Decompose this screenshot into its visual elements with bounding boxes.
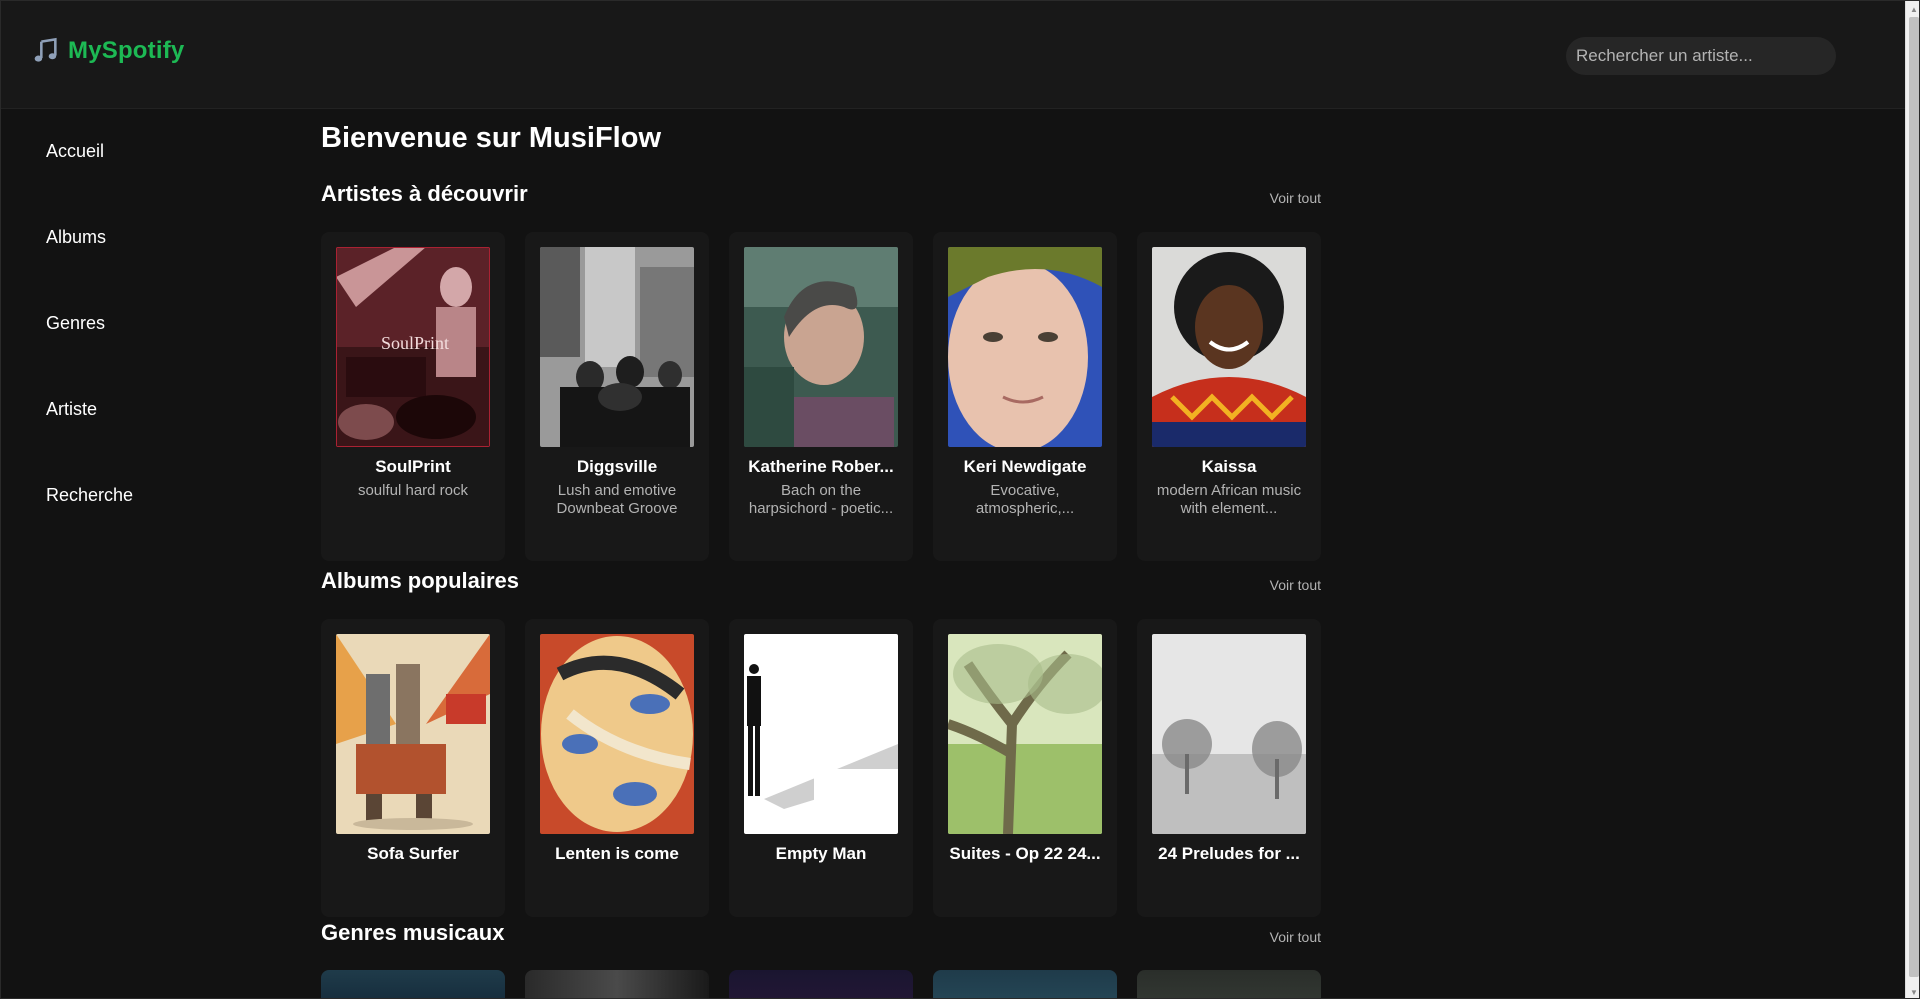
scrollbar-thumb[interactable]	[1909, 17, 1919, 977]
artist-name: SoulPrint	[375, 457, 451, 476]
album-title: Suites - Op 22 24...	[949, 844, 1101, 863]
artist-name: Kaissa	[1201, 457, 1257, 476]
app-logo[interactable]: MySpotify	[32, 37, 184, 65]
artist-card[interactable]: Keri Newdigate Evocative, atmospheric,..…	[933, 232, 1117, 561]
album-card[interactable]: Sofa Surfer	[321, 619, 505, 917]
artist-name: Keri Newdigate	[963, 457, 1087, 476]
see-all-artists-link[interactable]: Voir tout	[1270, 190, 1321, 206]
vertical-scrollbar[interactable]: ▲ ▼	[1905, 1, 1919, 998]
scroll-up-arrow-icon[interactable]: ▲	[1906, 1, 1919, 17]
artist-image	[948, 247, 1102, 447]
album-cover	[336, 634, 490, 834]
album-cover	[744, 634, 898, 834]
genre-card[interactable]	[321, 970, 505, 998]
artist-card[interactable]: Katherine Rober... Bach on the harpsicho…	[729, 232, 913, 561]
genre-card[interactable]	[525, 970, 709, 998]
scroll-down-arrow-icon[interactable]: ▼	[1906, 984, 1919, 998]
artist-image: SoulPrint	[336, 247, 490, 447]
artist-search-input[interactable]	[1566, 37, 1836, 75]
sidebar-item-genres[interactable]: Genres	[46, 313, 105, 334]
album-card[interactable]: Lenten is come	[525, 619, 709, 917]
album-cover	[948, 634, 1102, 834]
artist-image	[744, 247, 898, 447]
see-all-genres-link[interactable]: Voir tout	[1270, 929, 1321, 945]
genre-card[interactable]	[729, 970, 913, 998]
sidebar-item-accueil[interactable]: Accueil	[46, 141, 104, 162]
album-cover	[1152, 634, 1306, 834]
music-note-icon	[34, 37, 57, 62]
main-content: Bienvenue sur MusiFlow Artistes à découv…	[321, 110, 1321, 998]
section-title-albums: Albums populaires	[321, 568, 520, 593]
artist-description: modern African music with element...	[1156, 482, 1302, 517]
album-title: Empty Man	[775, 844, 867, 863]
artist-name: Diggsville	[576, 457, 658, 476]
sidebar-nav: Accueil Albums Genres Artiste Recherche	[1, 110, 291, 998]
svg-text:SoulPrint: SoulPrint	[381, 333, 449, 353]
genre-card[interactable]	[933, 970, 1117, 998]
artist-description: Lush and emotive Downbeat Groove	[556, 482, 678, 517]
section-title-artists: Artistes à découvrir	[321, 181, 528, 206]
see-all-albums-link[interactable]: Voir tout	[1270, 577, 1321, 593]
album-title: Sofa Surfer	[367, 844, 459, 863]
album-title: 24 Preludes for ...	[1158, 844, 1300, 863]
album-card[interactable]: 24 Preludes for ...	[1137, 619, 1321, 917]
artist-description: Evocative, atmospheric,...	[975, 482, 1075, 517]
page-title: Bienvenue sur MusiFlow	[321, 122, 661, 154]
app-window: MySpotify Accueil Albums Genres Artiste …	[0, 0, 1920, 999]
top-header: MySpotify	[1, 1, 1905, 109]
sidebar-item-artiste[interactable]: Artiste	[46, 399, 97, 420]
genre-card[interactable]	[1137, 970, 1321, 998]
artist-name: Katherine Rober...	[748, 457, 894, 476]
app-title: MySpotify	[68, 37, 185, 64]
artist-card[interactable]: Diggsville Lush and emotive Downbeat Gro…	[525, 232, 709, 561]
sidebar-item-albums[interactable]: Albums	[46, 227, 106, 248]
sidebar-item-recherche[interactable]: Recherche	[46, 485, 133, 506]
artist-card[interactable]: SoulPrint SoulPrint soulful hard rock	[321, 232, 505, 561]
section-title-genres: Genres musicaux	[321, 920, 505, 945]
artist-image	[540, 247, 694, 447]
album-title: Lenten is come	[555, 844, 679, 863]
artist-description: soulful hard rock	[357, 482, 469, 499]
artist-card[interactable]: Kaissa modern African music with element…	[1137, 232, 1321, 561]
artist-image	[1152, 247, 1306, 447]
album-card[interactable]: Empty Man	[729, 619, 913, 917]
artist-description: Bach on the harpsichord - poetic...	[748, 482, 894, 517]
album-cover	[540, 634, 694, 834]
album-card[interactable]: Suites - Op 22 24...	[933, 619, 1117, 917]
